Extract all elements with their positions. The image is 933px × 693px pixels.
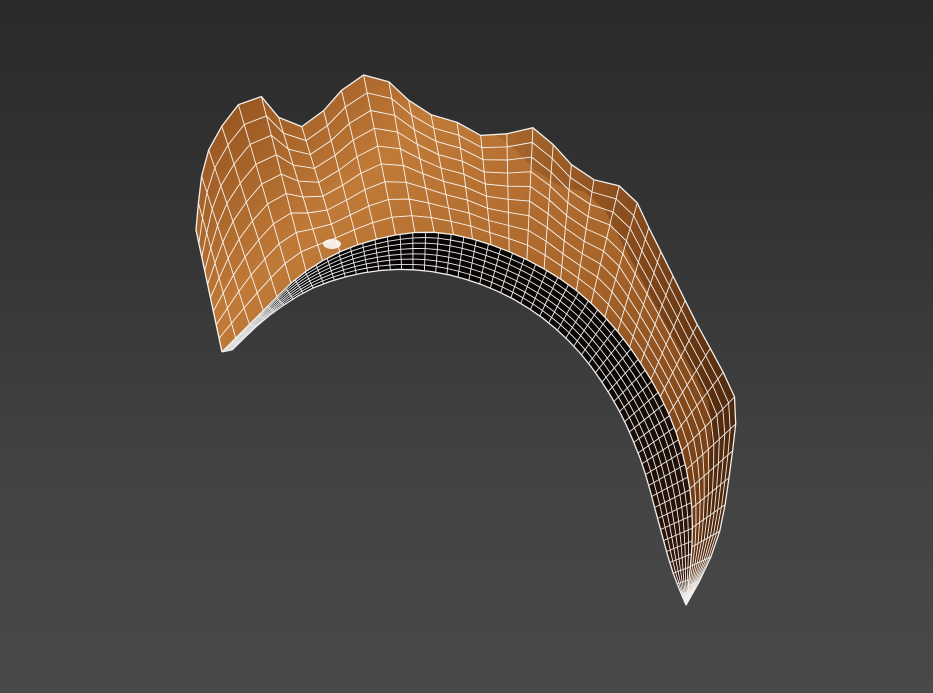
mesh-render[interactable] [0,0,933,693]
claw-mesh[interactable] [195,74,737,611]
viewport-3d[interactable] [0,0,933,693]
